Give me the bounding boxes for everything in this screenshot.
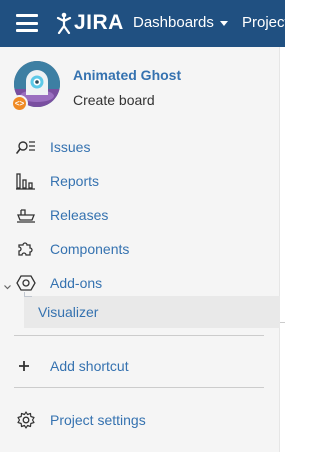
sidebar-item-components[interactable]: Components [0, 233, 280, 265]
tree-connector-tick [24, 296, 32, 297]
menu-icon[interactable] [16, 14, 38, 32]
code-badge-icon: <> [11, 95, 28, 112]
sidebar-item-label: Issues [50, 139, 91, 155]
create-board-link[interactable]: Create board [73, 92, 155, 108]
dashboards-label: Dashboards [133, 14, 214, 31]
add-shortcut-button[interactable]: Add shortcut [0, 350, 280, 382]
divider [14, 387, 264, 388]
sidebar-item-label: Reports [50, 173, 100, 189]
chevron-down-icon[interactable] [4, 278, 11, 290]
puzzle-icon [16, 240, 36, 258]
sidebar-subitem-visualizer[interactable]: Visualizer [24, 296, 280, 328]
dashboards-menu[interactable]: Dashboards [133, 14, 228, 31]
hexagon-icon [16, 274, 36, 292]
add-shortcut-label: Add shortcut [50, 358, 129, 374]
jira-logo[interactable]: JIRA [56, 11, 124, 35]
project-name[interactable]: Animated Ghost [73, 67, 181, 83]
sidebar-item-releases[interactable]: Releases [0, 199, 280, 231]
jira-logo-icon [56, 12, 72, 34]
top-navigation-bar: JIRA Dashboards Project [0, 0, 289, 47]
divider [14, 335, 264, 336]
gear-icon [16, 411, 36, 429]
sidebar-item-label: Releases [50, 207, 109, 223]
sidebar-item-label: Components [50, 241, 130, 257]
projects-menu[interactable]: Project [242, 14, 289, 31]
plus-icon [16, 357, 36, 375]
sidebar-item-label: Add-ons [50, 275, 103, 291]
search-list-icon [16, 138, 36, 156]
ship-icon [16, 206, 36, 224]
bar-chart-icon [16, 172, 36, 190]
chevron-down-icon [219, 21, 228, 26]
sidebar-item-issues[interactable]: Issues [0, 131, 280, 163]
sidebar-subitem-label: Visualizer [38, 304, 99, 320]
sidebar-item-reports[interactable]: Reports [0, 165, 280, 197]
project-settings-link[interactable]: Project settings [0, 404, 280, 436]
projects-label: Project [242, 14, 289, 31]
logo-text: JIRA [74, 11, 124, 34]
project-settings-label: Project settings [50, 412, 146, 428]
divider [280, 322, 285, 323]
project-sidebar: <> Animated Ghost Create board Issues Re… [0, 47, 280, 452]
main-content-area [280, 47, 285, 452]
sidebar-item-add-ons[interactable]: Add-ons [0, 267, 280, 299]
